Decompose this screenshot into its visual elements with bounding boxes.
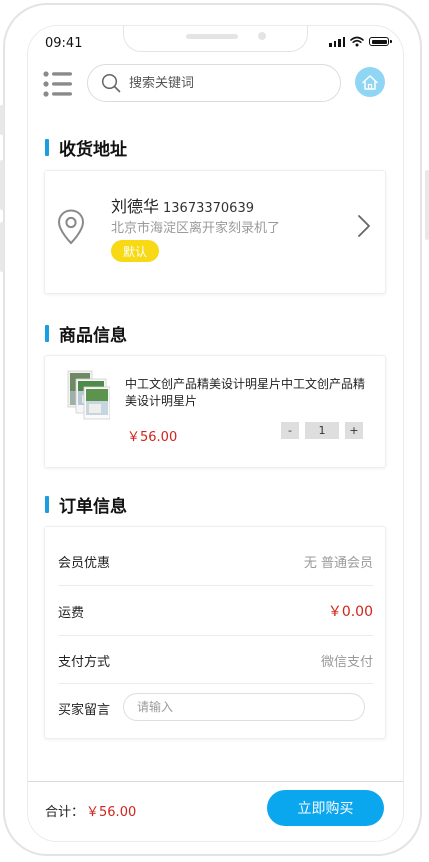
section-accent-bar — [45, 139, 49, 156]
payment-method-label: 支付方式 — [58, 654, 111, 670]
member-discount-row[interactable]: 会员优惠 无 普通会员 — [58, 536, 373, 586]
home-icon — [362, 74, 378, 90]
shipping-value: ￥0.00 — [327, 604, 373, 620]
payment-method-value: 微信支付 — [320, 654, 373, 670]
section-accent-bar — [45, 325, 49, 342]
decrease-quantity-button[interactable]: - — [281, 422, 299, 439]
status-icons — [329, 36, 392, 47]
total-value: ￥56.00 — [86, 805, 137, 820]
chevron-right-icon[interactable] — [357, 214, 371, 238]
notch — [123, 26, 308, 52]
product-name: 中工文创产品精美设计明星片中工文创产品精美设计明星片 — [125, 377, 366, 408]
address-section-label: 收货地址 — [59, 140, 127, 160]
buyer-message-input[interactable] — [123, 693, 365, 721]
power-button — [425, 170, 429, 240]
volume-down-button — [0, 222, 4, 272]
signal-icon — [329, 36, 345, 47]
order-section-label: 订单信息 — [59, 497, 127, 517]
address-detail: 北京市海淀区离开家刻录机了 — [111, 221, 281, 236]
member-discount-value: 无 普通会员 — [303, 555, 373, 571]
default-badge: 默认 — [111, 240, 159, 262]
speaker — [186, 34, 238, 39]
payment-method-row[interactable]: 支付方式 微信支付 — [58, 635, 373, 685]
increase-quantity-button[interactable]: + — [345, 422, 363, 439]
product-image — [67, 370, 110, 420]
status-time: 09:41 — [45, 36, 83, 51]
buy-now-button[interactable]: 立即购买 — [267, 790, 384, 826]
location-pin-icon — [57, 209, 85, 245]
goods-section-title: 商品信息 — [45, 321, 127, 346]
recipient-info: 刘德华 13673370639 — [111, 193, 254, 217]
screen: 09:41 搜索关键词 收货地址 刘德华 13673370639 北京市海淀区离… — [27, 25, 404, 842]
search-icon — [101, 73, 121, 93]
address-card[interactable]: 刘德华 13673370639 北京市海淀区离开家刻录机了 默认 — [44, 170, 386, 294]
menu-icon[interactable] — [43, 71, 73, 97]
search-box[interactable] — [87, 64, 341, 102]
quantity-value[interactable]: 1 — [305, 422, 339, 439]
section-accent-bar — [45, 496, 49, 513]
shipping-label: 运费 — [58, 605, 85, 621]
order-section-title: 订单信息 — [45, 492, 127, 517]
shipping-row: 运费 ￥0.00 — [58, 586, 373, 636]
goods-section-label: 商品信息 — [59, 326, 127, 346]
mute-switch — [0, 105, 4, 135]
top-bar — [28, 64, 403, 106]
search-input[interactable] — [129, 75, 319, 91]
total-label: 合计： — [45, 805, 85, 820]
member-discount-label: 会员优惠 — [58, 555, 111, 571]
buyer-message-label: 买家留言 — [58, 702, 111, 718]
product-price: ￥56.00 — [127, 430, 178, 445]
order-card: 会员优惠 无 普通会员 运费 ￥0.00 支付方式 微信支付 买家留言 — [44, 526, 386, 739]
home-button[interactable] — [355, 67, 385, 97]
camera — [258, 32, 266, 40]
goods-card: 中工文创产品精美设计明星片中工文创产品精美设计明星片 ￥56.00 - 1 + — [44, 355, 386, 468]
recipient-name: 刘德华 — [111, 197, 160, 216]
quantity-stepper: - 1 + — [281, 422, 363, 439]
order-total: 合计： ￥56.00 — [45, 801, 136, 820]
battery-icon — [369, 37, 392, 46]
volume-up-button — [0, 160, 4, 210]
bottom-bar: 合计： ￥56.00 立即购买 — [28, 781, 403, 841]
recipient-phone: 13673370639 — [163, 201, 254, 216]
address-section-title: 收货地址 — [45, 135, 127, 160]
wifi-icon — [350, 36, 364, 47]
